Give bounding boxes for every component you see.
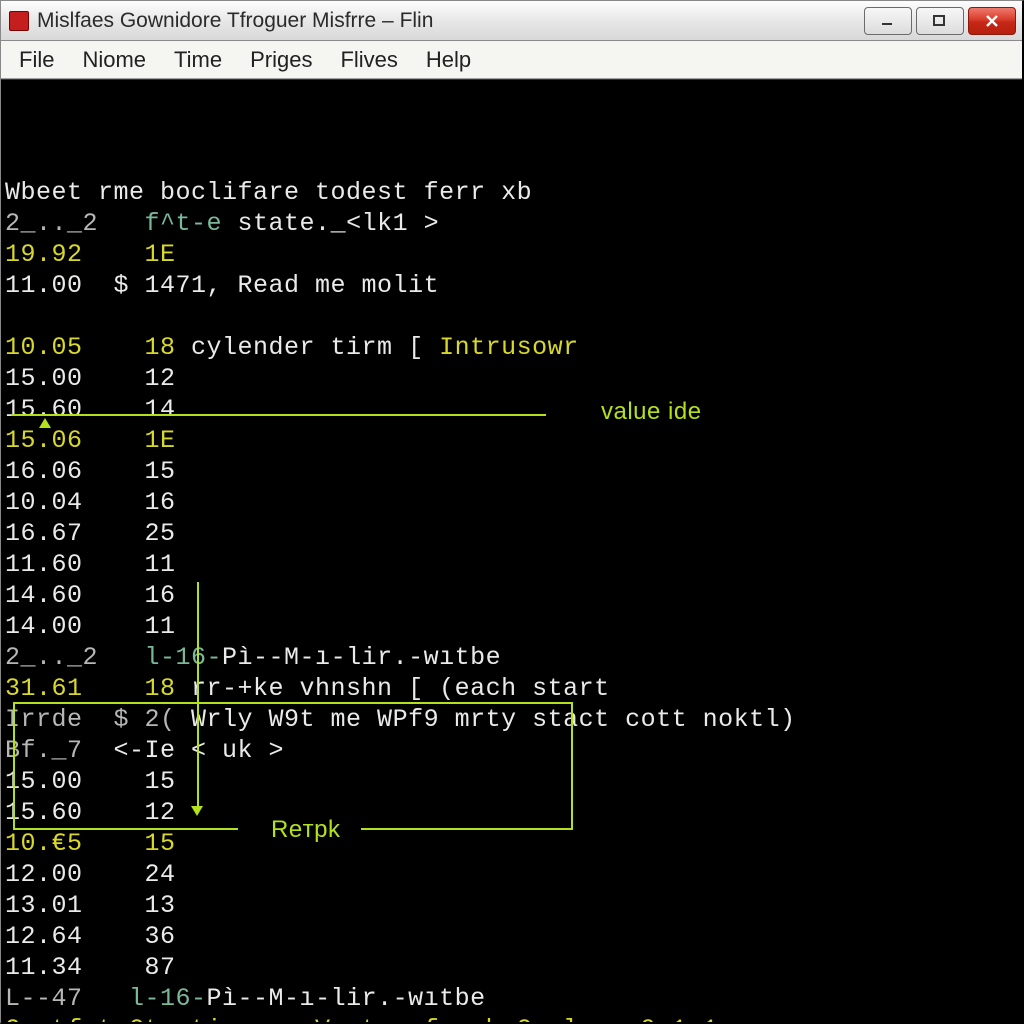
terminal-line: 14.00 11 bbox=[5, 611, 1016, 642]
terminal-line: 11.60 11 bbox=[5, 549, 1016, 580]
menubar: File Niome Time Priges Flives Help bbox=[1, 41, 1022, 79]
terminal-line: 12.64 36 bbox=[5, 921, 1016, 952]
terminal-line: Irrde $ 2( Wrly W9t me WPf9 mrty stact c… bbox=[5, 704, 1016, 735]
menu-file[interactable]: File bbox=[5, 43, 68, 77]
menu-time[interactable]: Time bbox=[160, 43, 236, 77]
maximize-button[interactable] bbox=[916, 7, 964, 35]
terminal-output[interactable]: Wbeet rme boclifare todest ferr xb2_.._2… bbox=[1, 79, 1022, 1022]
terminal-line: 12.00 24 bbox=[5, 859, 1016, 890]
close-button[interactable] bbox=[968, 7, 1016, 35]
terminal-line bbox=[5, 301, 1016, 332]
terminal-line: 15.00 15 bbox=[5, 766, 1016, 797]
titlebar[interactable]: Mislfaes Gownidore Tfroguer Misfrre – Fl… bbox=[1, 1, 1022, 41]
terminal-line: 16.67 25 bbox=[5, 518, 1016, 549]
maximize-icon bbox=[932, 14, 948, 28]
terminal-line: 15.60 14 bbox=[5, 394, 1016, 425]
terminal-line: Bf._7 <-Ie < uk > bbox=[5, 735, 1016, 766]
terminal-line: 31.61 18 rr-+ke vhnshn [ (each start bbox=[5, 673, 1016, 704]
minimize-button[interactable] bbox=[864, 7, 912, 35]
app-icon bbox=[9, 11, 29, 31]
menu-priges[interactable]: Priges bbox=[236, 43, 326, 77]
close-icon bbox=[984, 14, 1000, 28]
terminal-line: 10.€5 15 bbox=[5, 828, 1016, 859]
terminal-line: 15.06 1E bbox=[5, 425, 1016, 456]
terminal-line: 10.04 16 bbox=[5, 487, 1016, 518]
window-controls bbox=[864, 7, 1016, 35]
terminal-line: 16.06 15 bbox=[5, 456, 1016, 487]
terminal-line: L--47 l-16-Pì--M-ı-lir.-wıtbe bbox=[5, 983, 1016, 1014]
menu-flives[interactable]: Flives bbox=[326, 43, 411, 77]
app-window: Mislfaes Gownidore Tfroguer Misfrre – Fl… bbox=[0, 0, 1024, 1024]
terminal-line: 10.05 18 cylender tirm [ Intrusowr bbox=[5, 332, 1016, 363]
minimize-icon bbox=[880, 15, 896, 27]
terminal-line: 19.92 1E bbox=[5, 239, 1016, 270]
terminal-line: 15.60 12 bbox=[5, 797, 1016, 828]
terminal-line: 14.60 16 bbox=[5, 580, 1016, 611]
terminal-line: 2_.._2 f^t-e state._<lk1 > bbox=[5, 208, 1016, 239]
terminal-line: 2_.._2 l-16-Pì--M-ı-lir.-wıtbe bbox=[5, 642, 1016, 673]
terminal-line: 15.00 12 bbox=[5, 363, 1016, 394]
terminal-line: 11.34 87 bbox=[5, 952, 1016, 983]
menu-niome[interactable]: Niome bbox=[68, 43, 160, 77]
terminal-line: 13.01 13 bbox=[5, 890, 1016, 921]
window-title: Mislfaes Gownidore Tfroguer Misfrre – Fl… bbox=[37, 9, 864, 33]
menu-help[interactable]: Help bbox=[412, 43, 485, 77]
terminal-line: 11.00 $ 1471, Read me molit bbox=[5, 270, 1016, 301]
terminal-line: Coutfet Ctrmtinance Vemtre fruch Cxpluar… bbox=[5, 1014, 1016, 1022]
terminal-line: Wbeet rme boclifare todest ferr xb bbox=[5, 177, 1016, 208]
